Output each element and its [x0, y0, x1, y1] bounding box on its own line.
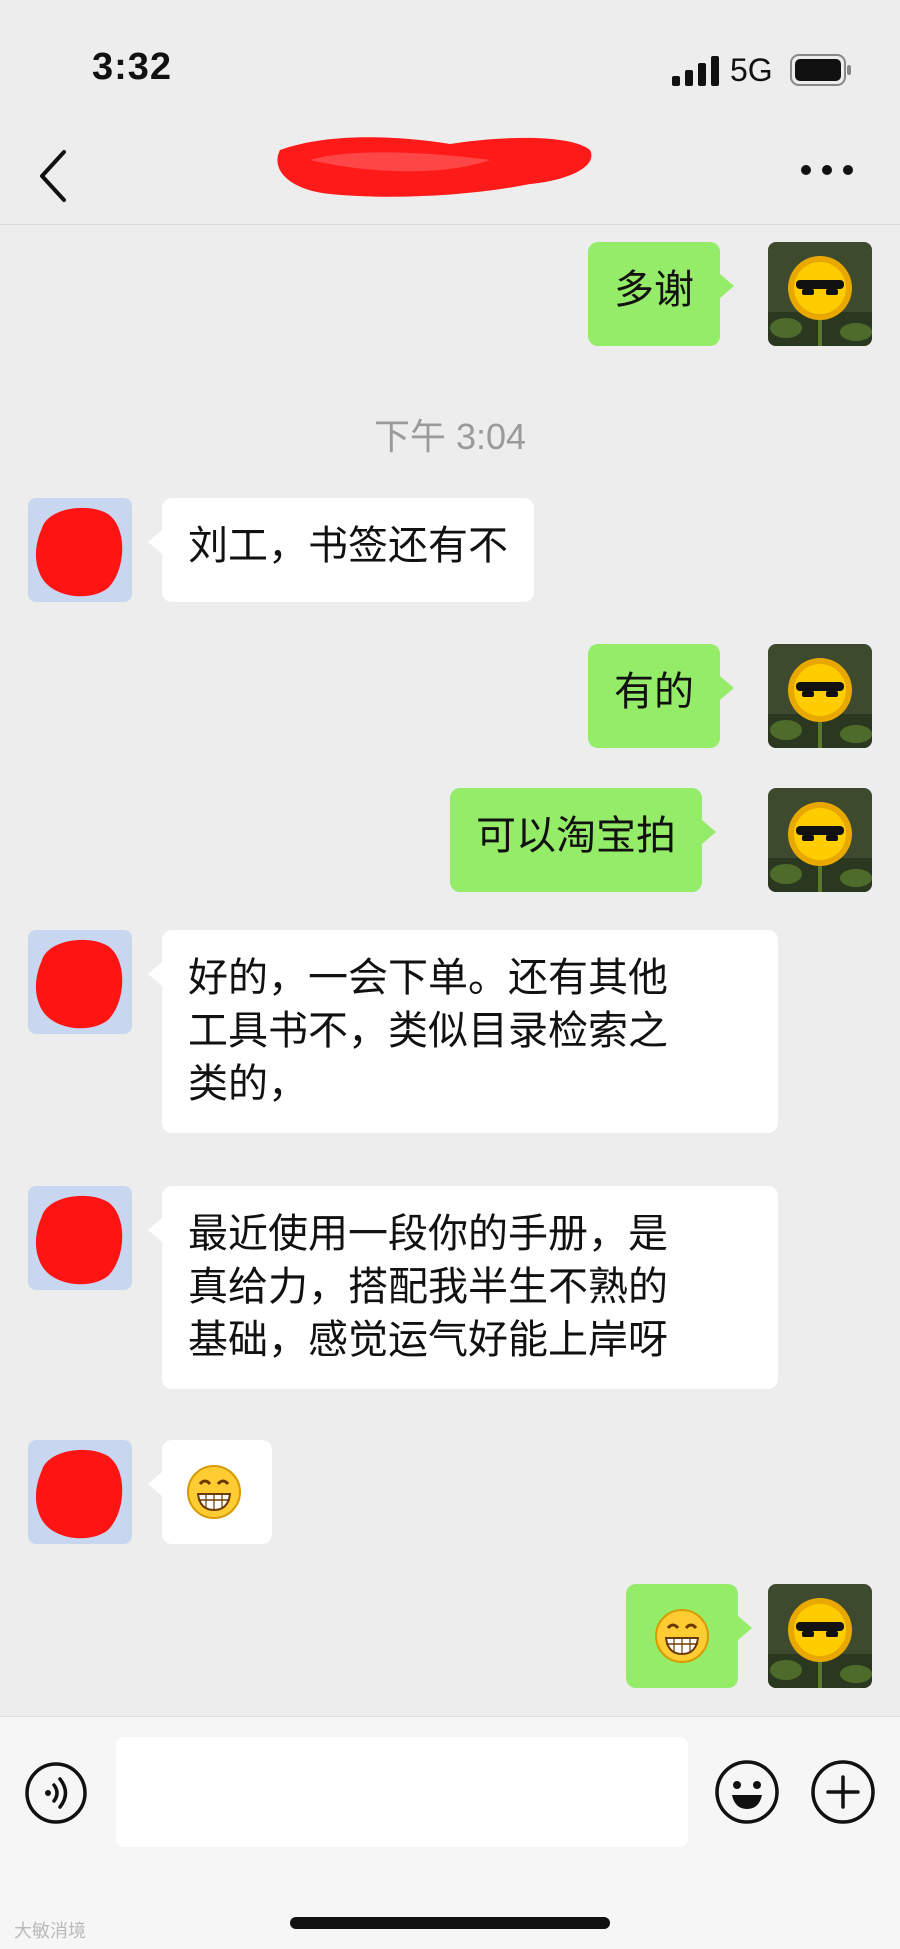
- signal-bars-icon: [672, 56, 719, 86]
- input-bar: 大敏消境: [0, 1716, 900, 1949]
- message-bubble-contact[interactable]: 好的，一会下单。还有其他 工具书不，类似目录检索之 类的，: [148, 930, 778, 1133]
- message-bubble-contact[interactable]: [148, 1440, 272, 1544]
- message-text: 多谢: [614, 267, 694, 313]
- self-avatar[interactable]: [768, 242, 872, 346]
- message-bubble-contact[interactable]: 最近使用一段你的手册，是 真给力，搭配我半生不熟的 基础，感觉运气好能上岸呀: [148, 1186, 778, 1389]
- chat-timestamp: 下午 3:04: [373, 416, 527, 457]
- contact-avatar-redacted[interactable]: [28, 1440, 132, 1544]
- self-avatar[interactable]: [768, 1584, 872, 1688]
- watermark-text: 大敏消境: [14, 1921, 86, 1942]
- status-time: 3:32: [92, 46, 173, 88]
- contact-avatar-redacted[interactable]: [28, 930, 132, 1034]
- message-bubble-self[interactable]: [626, 1584, 752, 1688]
- contact-avatar-redacted[interactable]: [28, 1186, 132, 1290]
- message-bubble-self[interactable]: 多谢: [588, 242, 734, 346]
- message-line: 类的，: [188, 1061, 308, 1107]
- home-indicator[interactable]: [290, 1917, 610, 1929]
- message-input[interactable]: [116, 1737, 688, 1847]
- message-text: 刘工，书签还有不: [188, 523, 508, 569]
- plus-icon[interactable]: [810, 1759, 876, 1825]
- redacted-chat-title: [277, 137, 592, 197]
- self-avatar[interactable]: [768, 644, 872, 748]
- battery-icon: [790, 54, 851, 86]
- self-avatar[interactable]: [768, 788, 872, 892]
- message-text: 有的: [614, 669, 694, 715]
- message-bubble-self[interactable]: 有的: [588, 644, 734, 748]
- message-line: 好的，一会下单。还有其他: [188, 955, 668, 1001]
- status-bar: 3:32 5G: [0, 0, 900, 130]
- more-dots-icon[interactable]: [798, 160, 856, 180]
- chat-nav-bar: [0, 130, 900, 225]
- message-line: 真给力，搭配我半生不熟的: [188, 1264, 668, 1310]
- voice-icon[interactable]: [24, 1761, 88, 1825]
- message-line: 基础，感觉运气好能上岸呀: [188, 1317, 668, 1363]
- message-line: 最近使用一段你的手册，是: [188, 1211, 668, 1257]
- message-text: 可以淘宝拍: [476, 813, 676, 859]
- message-line: 工具书不，类似目录检索之: [188, 1008, 668, 1054]
- grinning-face-icon: [186, 1464, 242, 1520]
- message-bubble-contact[interactable]: 刘工，书签还有不: [148, 498, 534, 602]
- message-bubble-self[interactable]: 可以淘宝拍: [450, 788, 716, 892]
- emoji-icon[interactable]: [714, 1759, 780, 1825]
- back-chevron-icon[interactable]: [34, 148, 74, 204]
- contact-avatar-redacted[interactable]: [28, 498, 132, 602]
- network-label: 5G: [730, 52, 773, 88]
- grinning-face-icon: [654, 1608, 710, 1664]
